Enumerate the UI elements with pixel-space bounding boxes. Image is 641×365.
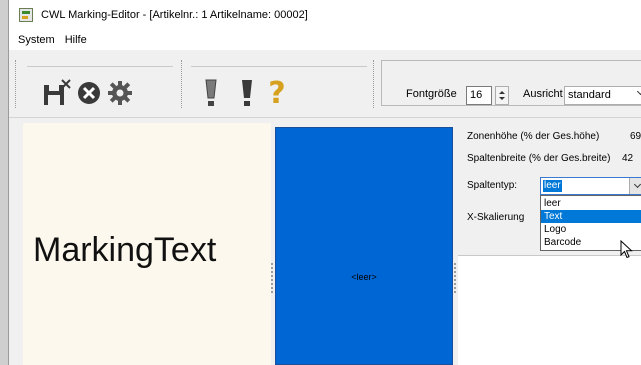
menu-system[interactable]: System — [18, 34, 55, 46]
column-type-dropdown-button[interactable] — [629, 178, 641, 194]
toolbar-separator-2 — [373, 60, 375, 108]
window-title: CWL Marking-Editor - [Artikelnr.: 1 Arti… — [41, 9, 308, 21]
gear-icon[interactable] — [105, 78, 135, 108]
save-close-icon[interactable] — [41, 78, 73, 108]
x-scale-label: X-Skalierung — [467, 212, 525, 223]
alignment-label: Ausricht — [523, 88, 563, 100]
zone-height-label: Zonenhöhe (% der Ges.höhe) — [467, 131, 600, 142]
font-size-label: Fontgröße — [406, 88, 457, 100]
font-settings-group: Fontgröße 16 Ausricht standard — [381, 60, 641, 106]
column-type-label: Spaltentyp: — [467, 180, 518, 191]
app-window: CWL Marking-Editor - [Artikelnr.: 1 Arti… — [8, 0, 641, 365]
column-type-selected: leer — [543, 180, 562, 192]
help-icon[interactable]: ? — [263, 76, 291, 111]
empty-column-zone[interactable]: <leer> — [275, 127, 453, 365]
column-type-select[interactable]: leer — [540, 177, 641, 195]
option-leer[interactable]: leer — [541, 197, 641, 210]
spin-down-icon — [499, 97, 505, 100]
font-size-input[interactable]: 16 — [466, 86, 492, 105]
zone-height-value: 69 — [630, 131, 641, 142]
menu-hilfe[interactable]: Hilfe — [65, 34, 87, 46]
empty-column-label: <leer> — [351, 272, 377, 282]
app-icon — [19, 8, 33, 22]
toolbar-grip — [15, 60, 17, 108]
option-text[interactable]: Text — [541, 210, 641, 223]
marking-text-zone[interactable]: MarkingText — [23, 123, 271, 365]
marking-text: MarkingText — [33, 231, 217, 269]
column-width-value: 42 — [622, 153, 634, 164]
error-icon[interactable] — [237, 78, 257, 108]
menu-bar: System Hilfe — [9, 30, 641, 50]
title-bar: CWL Marking-Editor - [Artikelnr.: 1 Arti… — [9, 0, 641, 30]
toolbar: ? Fontgröße 16 Ausricht standard — [9, 50, 641, 118]
font-size-spinner[interactable] — [495, 86, 509, 105]
properties-empty-area — [458, 256, 641, 365]
option-logo[interactable]: Logo — [541, 223, 641, 236]
column-width-label: Spaltenbreite (% der Ges.breite) — [467, 153, 611, 164]
chevron-down-icon — [636, 87, 641, 96]
toolbar-separator — [181, 60, 183, 108]
mouse-cursor-icon — [620, 239, 634, 263]
spin-up-icon — [499, 91, 505, 94]
properties-panel: Zonenhöhe (% der Ges.höhe) 69 Spaltenbre… — [458, 118, 641, 365]
alignment-select[interactable]: standard — [564, 86, 641, 105]
chevron-down-icon — [633, 180, 641, 189]
warning-icon[interactable] — [201, 78, 221, 108]
cancel-icon[interactable] — [75, 78, 103, 108]
